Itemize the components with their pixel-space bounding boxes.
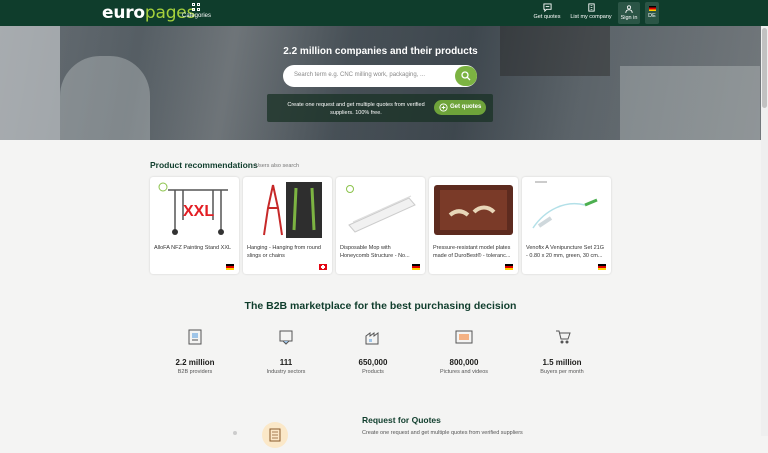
b2b-section-title: The B2B marketplace for the best purchas… xyxy=(244,300,517,312)
sign-in-label: Sign in xyxy=(620,15,638,21)
german-flag-icon xyxy=(648,6,656,11)
quote-request-banner: Create one request and get multiple quot… xyxy=(267,94,493,122)
product-image xyxy=(432,180,515,240)
search-icon xyxy=(461,71,471,81)
country-flag-icon xyxy=(226,264,234,270)
search-input[interactable]: Search term e.g. CNC milling work, packa… xyxy=(283,65,477,87)
get-quotes-label: Get quotes xyxy=(450,104,482,110)
stat-label: Pictures and videos xyxy=(440,369,488,375)
hero-background-shape xyxy=(0,26,60,140)
products-icon xyxy=(365,332,379,345)
country-flag-icon xyxy=(505,264,513,270)
building-icon xyxy=(587,3,595,12)
quote-request-icon xyxy=(439,103,448,112)
product-card[interactable]: Hanging - Hanging from round slings or c… xyxy=(243,177,332,274)
product-image xyxy=(246,180,329,240)
stat-label: B2B providers xyxy=(177,369,213,375)
product-caption: Hanging - Hanging from round slings or c… xyxy=(247,245,321,259)
recommendations-title: Product recommendations xyxy=(150,160,258,170)
rfq-subtitle: Create one request and get multiple quot… xyxy=(362,430,523,436)
get-quotes-nav-button[interactable]: Get quotes xyxy=(532,3,562,20)
stat-providers: 2.2 million B2B providers xyxy=(145,328,245,375)
product-image xyxy=(339,180,422,240)
product-image-text: XXL xyxy=(183,203,214,220)
get-quotes-button[interactable]: Get quotes xyxy=(434,100,486,115)
categories-label: Categories xyxy=(182,13,212,19)
product-card[interactable]: Disposable Mop with Honeycomb Structure … xyxy=(336,177,425,274)
product-caption: Venofix A Venipuncture Set 21G - 0.80 x … xyxy=(526,245,604,259)
buyers-icon xyxy=(556,330,571,344)
sectors-icon xyxy=(279,330,293,345)
stat-label: Industry sectors xyxy=(266,369,306,375)
stat-pictures: 800,000 Pictures and videos xyxy=(414,328,514,375)
search-button[interactable] xyxy=(455,66,477,86)
country-flag-icon xyxy=(412,264,420,270)
country-flag-icon xyxy=(598,264,606,270)
quote-request-text: Create one request and get multiple quot… xyxy=(287,102,425,116)
stat-value: 800,000 xyxy=(449,358,479,367)
stat-label: Buyers per month xyxy=(540,369,584,375)
stat-value: 111 xyxy=(279,358,293,367)
stat-buyers: 1.5 million Buyers per month xyxy=(512,328,612,375)
providers-icon xyxy=(188,329,202,345)
scrollbar-thumb[interactable] xyxy=(762,28,767,108)
product-caption: AlloFA NFZ Painting Stand XXL xyxy=(154,245,232,251)
country-flag-icon xyxy=(319,264,327,270)
stat-value: 1.5 million xyxy=(542,358,582,367)
hero-title: 2.2 million companies and their products xyxy=(283,46,478,57)
hero-banner: 2.2 million companies and their products… xyxy=(0,26,768,140)
stat-value: 650,000 xyxy=(358,358,388,367)
categories-menu-button[interactable]: Categories xyxy=(182,3,212,19)
top-navigation-bar: europages Categories Get quotes List my … xyxy=(0,0,768,26)
product-caption: Disposable Mop with Honeycomb Structure … xyxy=(340,245,410,259)
stat-value: 2.2 million xyxy=(175,358,215,367)
list-company-nav-button[interactable]: List my company xyxy=(568,3,614,20)
language-selector[interactable]: DE xyxy=(645,2,659,24)
product-caption: Pressure-resistant model plates made of … xyxy=(433,245,511,259)
logo-prefix: euro xyxy=(102,3,145,23)
product-image xyxy=(525,180,608,240)
product-image: XXL xyxy=(153,180,236,240)
stat-products: 650,000 Products xyxy=(323,328,423,375)
carousel-dot[interactable] xyxy=(233,431,237,435)
hero-background-shape xyxy=(620,66,760,140)
product-card[interactable]: XXL AlloFA NFZ Painting Stand XXL xyxy=(150,177,239,274)
stat-label: Products xyxy=(362,369,384,375)
quote-request-icon xyxy=(542,3,552,12)
product-card[interactable]: Pressure-resistant model plates made of … xyxy=(429,177,518,274)
stat-sectors: 111 Industry sectors xyxy=(236,328,336,375)
rfq-title: Request for Quotes xyxy=(362,415,441,425)
hero-background-shape xyxy=(60,56,150,140)
user-icon xyxy=(625,5,633,13)
product-card[interactable]: Venofix A Venipuncture Set 21G - 0.80 x … xyxy=(522,177,611,274)
grid-icon xyxy=(192,3,200,11)
pictures-icon xyxy=(455,330,473,344)
language-code: DE xyxy=(648,13,656,19)
list-company-nav-label: List my company xyxy=(570,14,612,20)
recommendations-subtitle: Users also search xyxy=(255,163,300,169)
get-quotes-nav-label: Get quotes xyxy=(533,14,561,20)
page-scrollbar[interactable] xyxy=(761,26,768,436)
sign-in-button[interactable]: Sign in xyxy=(618,2,640,24)
search-placeholder: Search term e.g. CNC milling work, packa… xyxy=(294,72,426,78)
rfq-icon xyxy=(262,422,288,448)
